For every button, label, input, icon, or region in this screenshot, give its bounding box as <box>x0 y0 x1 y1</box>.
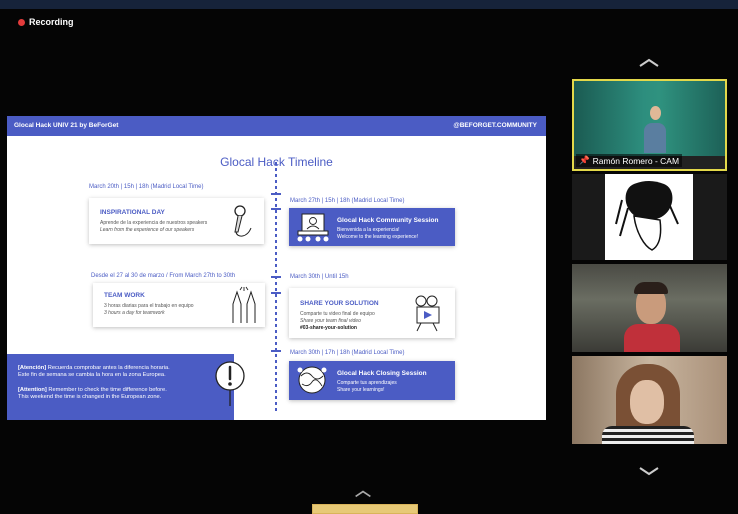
participant-name-tag: 📌 Ramón Romero - CAM <box>576 154 683 167</box>
person-face <box>630 380 664 424</box>
event-date: March 30th | Until 15h <box>290 274 349 280</box>
event-line-es: Comparte tu video final de equipo <box>300 311 375 317</box>
notice-es-text2: Este fin de semana se cambia la hora en … <box>18 372 166 378</box>
event-card-inspirational-day: INSPIRATIONAL DAY Aprende de la experien… <box>89 198 264 244</box>
timeline-tick <box>271 350 281 352</box>
notice-en-text: Remember to check the time difference be… <box>46 387 167 393</box>
notice-es-text: Recuerda comprobar antes la diferencia h… <box>46 365 170 371</box>
event-date: March 27th | 15h | 18h (Madrid Local Tim… <box>290 198 405 204</box>
person-striped-shirt <box>602 426 694 444</box>
event-line-en: 3 hours a day for teamwork <box>104 310 165 316</box>
notice-en-label: [Attention] <box>18 387 47 393</box>
notice-en-text2: This weekend the time is changed in the … <box>18 394 162 400</box>
event-line-es: Comparte tus aprendizajes <box>337 380 397 386</box>
native-headdress-logo <box>615 181 679 251</box>
notice-es-label: [Atención] <box>18 365 47 371</box>
event-line-en: Share your learnings! <box>337 387 385 393</box>
globe-people-icon <box>297 366 327 394</box>
microphone-icon <box>234 205 252 237</box>
participant-name: Ramón Romero - CAM <box>592 155 680 166</box>
event-title: TEAM WORK <box>104 292 145 299</box>
laptop-meeting-icon <box>297 213 329 242</box>
event-line-en: Learn from the experience of our speaker… <box>100 227 195 233</box>
event-line-es: Aprende de la experiencia de nuestros sp… <box>100 220 208 226</box>
event-title: INSPIRATIONAL DAY <box>100 209 165 216</box>
video-camera-icon <box>415 295 440 332</box>
event-card-share-solution: SHARE YOUR SOLUTION Comparte tu video fi… <box>289 288 455 338</box>
event-date: Desde el 27 al 30 de marzo / From March … <box>91 273 236 279</box>
event-line-es: Bienvenida a la experiencia! <box>337 227 400 233</box>
participant-tile-woman[interactable] <box>572 356 727 444</box>
bottom-thumbnail[interactable] <box>312 504 418 514</box>
shared-screen: Glocal Hack UNIV 21 by BeForGet @BEFORGE… <box>7 116 546 420</box>
record-dot-icon <box>18 18 25 26</box>
event-line-es: 3 horas diarias para el trabajo en equip… <box>104 303 194 309</box>
timeline-tick <box>271 208 281 210</box>
pin-icon: 📌 <box>579 155 590 165</box>
event-card-community-session: Glocal Hack Community Session Bienvenida… <box>289 208 455 246</box>
scroll-down-chevron-icon[interactable] <box>638 466 660 476</box>
event-card-closing-session: Glocal Hack Closing Session Comparte tus… <box>289 361 455 400</box>
timeline-tick <box>271 193 281 195</box>
slide-header: Glocal Hack UNIV 21 by BeForGet @BEFORGE… <box>7 116 546 136</box>
event-title: SHARE YOUR SOLUTION <box>300 300 379 307</box>
participant-tile-active[interactable]: 📌 Ramón Romero - CAM <box>572 79 727 171</box>
scroll-up-chevron-icon[interactable] <box>638 58 660 68</box>
timezone-notice: [Atención] Recuerda comprobar antes la d… <box>7 354 234 420</box>
timeline-line <box>275 162 277 412</box>
top-bar <box>0 0 738 9</box>
meeting-window: Recording Glocal Hack UNIV 21 by BeForGe… <box>0 0 738 514</box>
speaker-head <box>650 106 661 120</box>
slide-header-handle: @BEFORGET.COMMUNITY <box>453 122 537 129</box>
event-date: March 30th | 17h | 18h (Madrid Local Tim… <box>290 350 405 356</box>
timeline-tick <box>271 292 281 294</box>
event-hashtag: #03-share-your-solution <box>300 325 357 331</box>
timeline-tick <box>271 276 281 278</box>
speaker-body <box>644 123 666 153</box>
person-shirt <box>624 324 680 352</box>
event-date: March 20th | 15h | 18h (Madrid Local Tim… <box>89 184 204 190</box>
person-hair <box>634 282 668 294</box>
event-line-en: Share your team final video <box>300 318 361 324</box>
slide-header-title: Glocal Hack UNIV 21 by BeForGet <box>14 122 119 129</box>
exclamation-sign-icon <box>215 361 245 406</box>
recording-label: Recording <box>29 17 74 27</box>
event-line-en: Welcome to the learning experience! <box>337 234 419 240</box>
participant-tile-avatar[interactable] <box>572 174 727 260</box>
expand-up-chevron-icon[interactable] <box>354 489 372 499</box>
event-card-team-work: TEAM WORK 3 horas diarias para el trabaj… <box>93 283 265 327</box>
high-five-icon <box>232 286 256 323</box>
participant-tile-man[interactable] <box>572 264 727 352</box>
event-title: Glocal Hack Closing Session <box>337 370 427 377</box>
recording-indicator[interactable]: Recording <box>18 17 74 27</box>
event-title: Glocal Hack Community Session <box>337 217 439 224</box>
